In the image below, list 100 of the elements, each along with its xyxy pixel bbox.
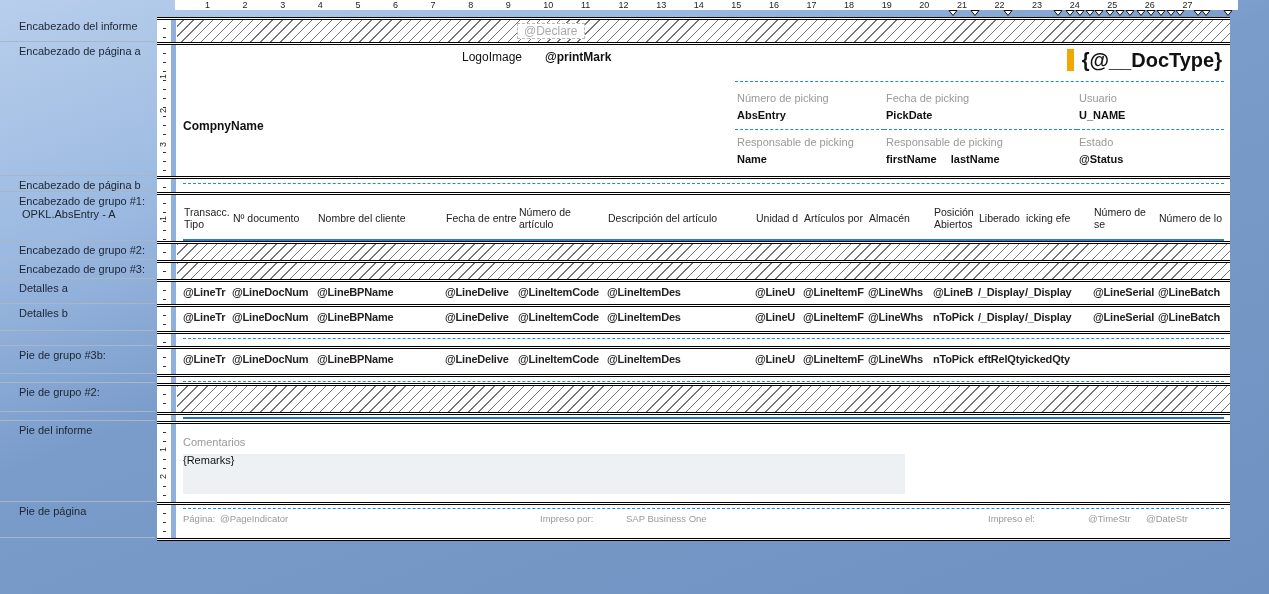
section-strip bbox=[171, 386, 176, 412]
section-strip bbox=[171, 349, 176, 374]
section-label: Pie del informe bbox=[19, 424, 94, 437]
info-field[interactable]: lastName bbox=[950, 153, 1000, 165]
section-band[interactable] bbox=[177, 263, 1230, 279]
logo-field[interactable]: LogoImage bbox=[462, 45, 545, 64]
column-header[interactable]: Transacc. Tipo bbox=[183, 206, 232, 230]
field-placeholder[interactable]: nToPick bbox=[933, 307, 978, 323]
field-placeholder[interactable]: @LineItemCode bbox=[518, 282, 607, 298]
field-placeholder[interactable]: nToPick bbox=[933, 349, 978, 365]
column-header[interactable]: Nombre del cliente bbox=[317, 212, 445, 224]
column-header[interactable]: Número de artículo bbox=[518, 206, 607, 230]
info-label: Fecha de picking bbox=[886, 92, 971, 104]
section-band[interactable] bbox=[177, 244, 1230, 260]
info-label: Responsable de picking bbox=[886, 136, 1004, 148]
remarks-field[interactable]: {Remarks} bbox=[183, 454, 905, 494]
field-placeholder[interactable]: @LineItemDes bbox=[607, 282, 755, 298]
info-label: Responsable de picking bbox=[737, 136, 855, 148]
column-header[interactable]: Número de lo bbox=[1158, 212, 1223, 224]
field-placeholder[interactable]: @LineTr bbox=[183, 307, 232, 323]
field-placeholder[interactable]: @LineItemF bbox=[803, 349, 868, 365]
info-label: Estado bbox=[1079, 136, 1115, 148]
field-placeholder[interactable]: @LineDelive bbox=[445, 349, 518, 365]
section-strip bbox=[171, 244, 176, 260]
field-placeholder[interactable]: @LineItemCode bbox=[518, 307, 607, 323]
column-header[interactable]: Almacén bbox=[868, 212, 933, 224]
remarks-caption: Comentarios bbox=[183, 436, 247, 450]
section-label: Encabezado de grupo #2: bbox=[19, 244, 146, 257]
column-header[interactable]: Nº documento bbox=[232, 212, 317, 224]
field-placeholder[interactable]: @LineWhs bbox=[868, 307, 933, 323]
section-strip bbox=[171, 179, 176, 192]
field-placeholder[interactable]: @LineBPName bbox=[317, 282, 445, 298]
section-strip bbox=[171, 415, 176, 421]
info-field[interactable]: firstName bbox=[886, 153, 937, 165]
company-name-field[interactable]: CompnyName bbox=[183, 118, 545, 133]
field-placeholder[interactable]: eftRelQty bbox=[978, 349, 1025, 365]
field-placeholder[interactable]: /_Display bbox=[978, 307, 1025, 323]
field-placeholder[interactable]: @LineB bbox=[933, 282, 978, 298]
field-placeholder[interactable]: @LineDelive bbox=[445, 307, 518, 323]
field-placeholder[interactable]: @LineBPName bbox=[317, 307, 445, 323]
section-label: Encabezado de grupo #3: bbox=[19, 263, 146, 276]
section-label: Encabezado del informe bbox=[19, 20, 139, 33]
info-field[interactable]: AbsEntry bbox=[737, 109, 786, 121]
section-label: Encabezado de página a bbox=[19, 45, 142, 58]
section-strip bbox=[171, 307, 176, 331]
field-placeholder[interactable]: /_Display bbox=[978, 282, 1025, 298]
field-placeholder[interactable]: @LineDelive bbox=[445, 282, 518, 298]
accent-bar bbox=[1066, 49, 1074, 71]
section-label: Detalles a bbox=[19, 282, 69, 295]
field-placeholder[interactable]: ickedQty bbox=[1025, 349, 1072, 365]
field-placeholder[interactable]: @LineSerial bbox=[1093, 282, 1158, 298]
field-placeholder[interactable]: @LineWhs bbox=[868, 349, 933, 365]
info-label: Número de picking bbox=[737, 92, 830, 104]
field-placeholder[interactable]: @LineDocNum bbox=[232, 307, 317, 323]
section-strip bbox=[171, 334, 176, 346]
field-placeholder[interactable]: @LineU bbox=[755, 307, 803, 323]
field-placeholder[interactable]: @LineDocNum bbox=[232, 282, 317, 298]
field-placeholder[interactable]: @LineItemCode bbox=[518, 349, 607, 365]
section-strip bbox=[171, 282, 176, 304]
field-placeholder[interactable]: @LineItemF bbox=[803, 307, 868, 323]
field-placeholder[interactable]: @LineItemDes bbox=[607, 349, 755, 365]
column-header[interactable]: Fecha de entre bbox=[445, 212, 518, 224]
column-header[interactable]: Artículos por bbox=[803, 212, 868, 224]
field-placeholder[interactable]: @LineItemF bbox=[803, 282, 868, 298]
column-header[interactable]: icking efe bbox=[1025, 212, 1072, 224]
column-header[interactable]: Descripción del artículo bbox=[607, 212, 755, 224]
doc-type-field[interactable]: {@__DocType} bbox=[1081, 48, 1222, 72]
field-placeholder[interactable]: /_Display bbox=[1025, 282, 1072, 298]
field-placeholder[interactable]: @LineTr bbox=[183, 282, 232, 298]
section-strip bbox=[171, 20, 176, 42]
section-strip bbox=[171, 377, 176, 383]
section-strip bbox=[171, 505, 176, 538]
section-sublabel: OPKL.AbsEntry - A bbox=[21, 208, 117, 221]
field-placeholder[interactable]: @LineSerial bbox=[1093, 307, 1158, 323]
print-mark-field[interactable]: @printMark bbox=[545, 45, 735, 64]
field-placeholder[interactable]: @LineTr bbox=[183, 349, 232, 365]
section-label: Pie de grupo #3b: bbox=[19, 349, 107, 362]
column-header[interactable]: Unidad d bbox=[755, 212, 803, 224]
info-field[interactable]: PickDate bbox=[886, 109, 933, 121]
section-label: Encabezado de grupo #1: bbox=[19, 195, 146, 208]
section-band[interactable] bbox=[177, 386, 1230, 412]
section-label: Encabezado de página b bbox=[19, 179, 142, 192]
field-placeholder[interactable]: @LineU bbox=[755, 349, 803, 365]
field-placeholder[interactable]: @LineU bbox=[755, 282, 803, 298]
section-label: Detalles b bbox=[19, 307, 69, 320]
column-header[interactable]: Número de se bbox=[1093, 206, 1158, 230]
section-strip bbox=[171, 195, 176, 241]
field-placeholder[interactable]: @LineDocNum bbox=[232, 349, 317, 365]
field-placeholder[interactable]: /_Display bbox=[1025, 307, 1072, 323]
field-placeholder[interactable]: @LineItemDes bbox=[607, 307, 755, 323]
field-placeholder[interactable]: @LineBatch bbox=[1158, 282, 1223, 298]
field-placeholder[interactable]: @LineBatch bbox=[1158, 307, 1223, 323]
field-placeholder[interactable]: @LineBPName bbox=[317, 349, 445, 365]
section-strip bbox=[171, 263, 176, 279]
info-field[interactable]: Name bbox=[737, 153, 767, 165]
info-field[interactable]: U_NAME bbox=[1079, 109, 1126, 121]
field-placeholder[interactable]: @LineWhs bbox=[868, 282, 933, 298]
info-field[interactable]: @Status bbox=[1079, 153, 1124, 165]
column-header[interactable]: Liberado bbox=[978, 212, 1025, 224]
column-header[interactable]: Posición Abiertos bbox=[933, 206, 978, 230]
